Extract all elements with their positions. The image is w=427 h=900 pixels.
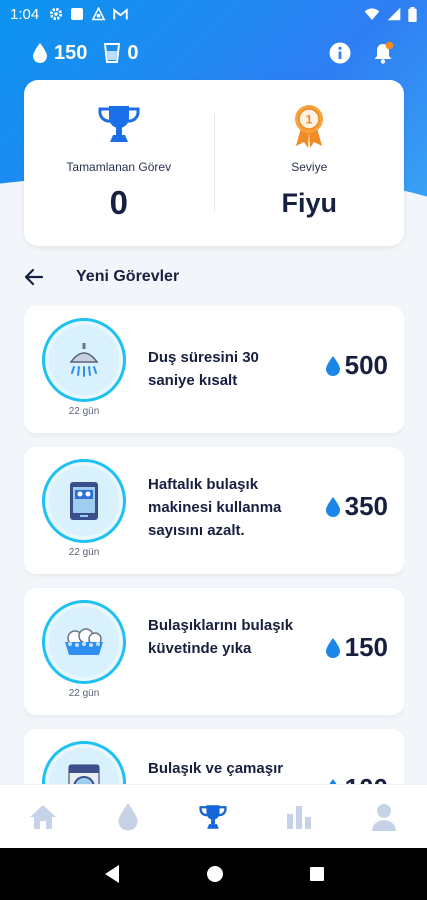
recents-square-icon[interactable] xyxy=(309,866,325,882)
task-icon-ring xyxy=(42,459,126,543)
task-text: Haftalık bulaşık makinesi kullanma sayıs… xyxy=(148,476,282,539)
task-text: Duş süresini 30 saniye kısalt xyxy=(148,349,259,389)
task-card[interactable]: 22 gün Haftalık bulaşık makinesi kullanm… xyxy=(24,447,404,574)
completed-value: 0 xyxy=(109,184,128,221)
task-days: 22 gün xyxy=(68,406,100,417)
task-points-value: 150 xyxy=(344,632,388,662)
task-text: Bulaşık ve çamaşır xyxy=(148,760,284,777)
task-icon-ring xyxy=(42,318,126,402)
info-icon[interactable] xyxy=(329,42,351,64)
task-points-value: 100 xyxy=(345,773,388,784)
trophy-icon xyxy=(98,106,140,142)
profile-icon xyxy=(372,803,397,831)
cups-count: 0 xyxy=(127,41,139,64)
drop-icon xyxy=(325,496,340,517)
arrow-left-icon[interactable] xyxy=(24,268,44,286)
task-days: 22 gün xyxy=(68,688,100,699)
washing-machine-icon xyxy=(68,764,100,784)
completed-label: Tamamlanan Görev xyxy=(66,160,172,174)
home-icon xyxy=(29,804,56,829)
dishwasher-icon xyxy=(70,482,98,520)
nav-home[interactable] xyxy=(18,792,68,842)
nav-profile[interactable] xyxy=(359,792,409,842)
trophy-icon xyxy=(199,804,228,829)
level-label: Seviye xyxy=(291,160,328,174)
section-title: Yeni Görevler xyxy=(76,268,180,285)
drop-icon xyxy=(325,355,340,376)
nav-drops[interactable] xyxy=(103,792,153,842)
drops-counter[interactable]: 150 xyxy=(32,42,87,65)
task-days: 22 gün xyxy=(68,547,100,558)
level-info: 1 Seviye Fiyu xyxy=(215,80,405,246)
dish-basin-icon xyxy=(65,628,103,655)
nav-stats[interactable] xyxy=(274,792,324,842)
completed-tasks: Tamamlanan Görev 0 xyxy=(24,80,214,246)
square-icon xyxy=(71,8,84,20)
status-time: 1:04 xyxy=(10,5,40,23)
bell-icon[interactable] xyxy=(371,41,395,65)
task-card[interactable]: 22 gün Bulaşıklarını bulaşık küvetinde y… xyxy=(24,588,404,715)
status-bar: 1:04 xyxy=(0,0,427,28)
task-list: 22 gün Duş süresini 30 saniye kısalt 500… xyxy=(24,306,404,784)
drops-count: 150 xyxy=(54,41,88,64)
stats-icon xyxy=(286,805,311,829)
task-card[interactable]: Bulaşık ve çamaşır 100 xyxy=(24,729,404,784)
signal-icon xyxy=(387,7,401,21)
task-card[interactable]: 22 gün Duş süresini 30 saniye kısalt 500 xyxy=(24,306,404,433)
summary-card: Tamamlanan Görev 0 1 Seviye Fiyu xyxy=(24,80,404,246)
m-icon xyxy=(113,7,128,19)
shower-icon xyxy=(69,343,99,377)
vpn-icon xyxy=(91,6,106,20)
bottom-nav xyxy=(0,784,427,848)
wifi-icon xyxy=(364,8,380,20)
medal-number: 1 xyxy=(306,113,313,127)
cup-icon xyxy=(104,43,121,63)
task-points: 350 xyxy=(325,491,388,522)
task-points-value: 500 xyxy=(344,350,388,380)
cups-counter[interactable]: 0 xyxy=(103,41,139,65)
task-text: Bulaşıklarını bulaşık küvetinde yıka xyxy=(148,617,294,657)
home-circle-icon[interactable] xyxy=(206,865,224,883)
drop-icon xyxy=(33,43,47,63)
medal-icon: 1 xyxy=(295,105,324,148)
section-header: Yeni Görevler xyxy=(24,262,179,292)
task-points: 500 xyxy=(325,350,388,381)
top-bar: 150 0 xyxy=(0,36,427,70)
task-icon-ring xyxy=(42,600,126,684)
nav-tasks[interactable] xyxy=(188,792,238,842)
drop-icon xyxy=(325,637,340,658)
task-icon-ring xyxy=(42,741,126,784)
task-points: 150 xyxy=(325,632,388,663)
gear-icon xyxy=(50,7,63,21)
system-nav-bar xyxy=(0,848,427,900)
battery-icon xyxy=(408,6,417,22)
level-value: Fiyu xyxy=(281,188,337,218)
task-points: 100 xyxy=(325,773,388,784)
back-triangle-icon[interactable] xyxy=(103,864,121,884)
task-points-value: 350 xyxy=(344,491,388,521)
drop-icon xyxy=(118,802,138,831)
